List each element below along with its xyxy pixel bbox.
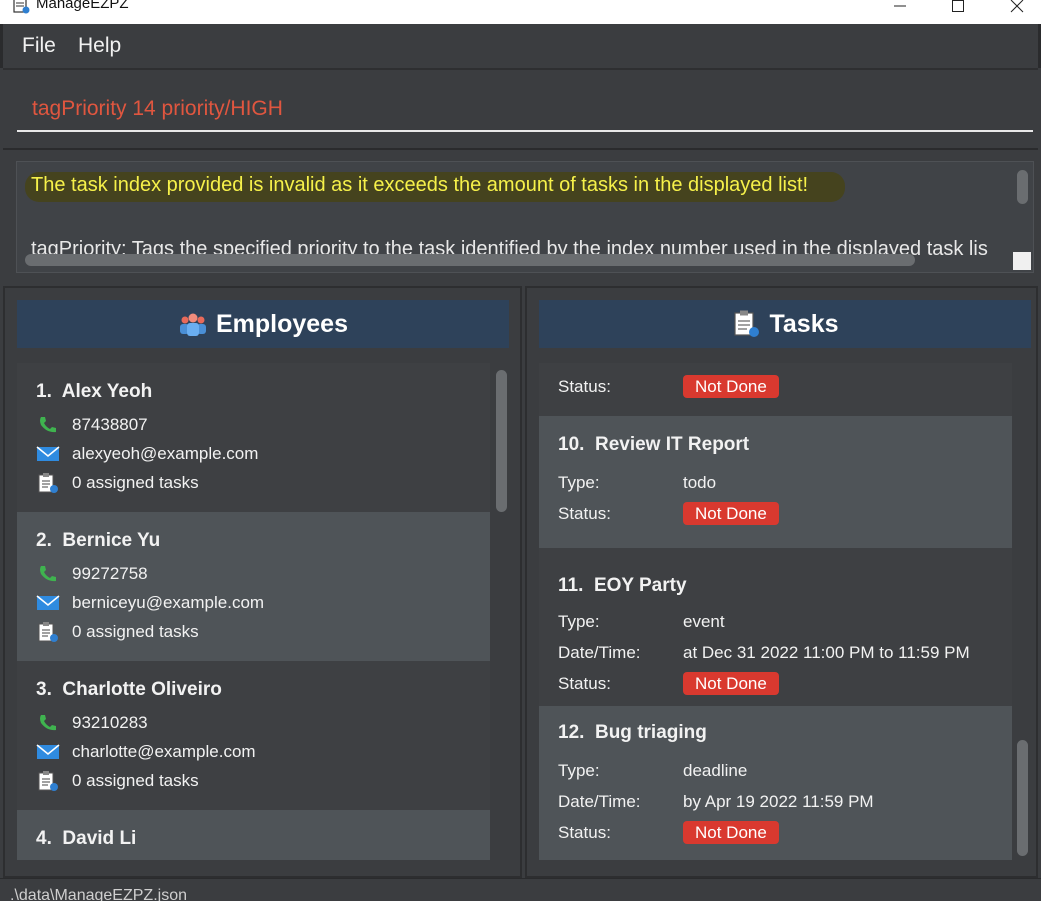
task-type-label: Type: — [558, 473, 600, 492]
task-type: todo — [683, 473, 717, 492]
employees-header: Employees — [17, 300, 509, 348]
task-datetime: by Apr 19 2022 11:59 PM — [683, 792, 874, 811]
email-icon — [36, 595, 60, 610]
employee-card[interactable]: 1. Alex Yeoh 87438807 alexyeoh@example.c… — [17, 363, 490, 512]
maximize-button[interactable] — [938, 0, 978, 18]
task-type-label: Type: — [558, 612, 600, 631]
task-list-icon — [734, 310, 760, 337]
employee-phone: 87438807 — [36, 415, 148, 435]
task-status-label: Status: — [558, 504, 611, 523]
task-list[interactable]: Status: Not Done 10. Review IT Report Ty… — [539, 363, 1012, 860]
task-list-icon — [38, 771, 58, 791]
menu-help[interactable]: Help — [78, 34, 121, 58]
email-icon — [36, 744, 60, 759]
task-list-icon — [38, 473, 58, 493]
employee-list-scrollbar[interactable] — [496, 370, 507, 512]
employee-list[interactable]: 1. Alex Yeoh 87438807 alexyeoh@example.c… — [17, 363, 490, 860]
employee-phone: 93210283 — [36, 713, 148, 733]
employee-email: berniceyu@example.com — [36, 593, 264, 613]
task-status-label: Status: — [558, 823, 611, 842]
close-icon — [1010, 0, 1024, 13]
status-badge: Not Done — [683, 502, 779, 525]
task-datetime-label: Date/Time: — [558, 792, 641, 811]
result-display: The task index provided is invalid as it… — [16, 161, 1034, 273]
title-bar: ManageEZPZ — [0, 0, 1041, 24]
command-box — [3, 68, 1038, 148]
vertical-scrollbar[interactable] — [1017, 170, 1028, 204]
task-type-label: Type: — [558, 761, 600, 780]
scroll-corner — [1013, 252, 1031, 270]
email-icon — [36, 446, 60, 461]
employee-card[interactable]: 2. Bernice Yu 99272758 berniceyu@example… — [17, 512, 490, 661]
tasks-panel: Tasks Status: Not Done 10. Review IT Rep… — [525, 286, 1038, 878]
phone-icon — [40, 715, 56, 731]
employee-tasks: 0 assigned tasks — [36, 771, 199, 791]
menu-file[interactable]: File — [22, 34, 56, 58]
task-datetime: at Dec 31 2022 11:00 PM to 11:59 PM — [683, 643, 970, 662]
task-list-icon — [38, 622, 58, 642]
app-icon — [13, 0, 30, 14]
task-card[interactable]: Status: Not Done — [539, 363, 1012, 416]
status-badge: Not Done — [683, 672, 779, 695]
horizontal-scrollbar[interactable] — [25, 254, 915, 266]
task-datetime-label: Date/Time: — [558, 643, 641, 662]
employees-title: Employees — [215, 309, 348, 338]
employee-name: 4. David Li — [36, 828, 137, 849]
task-card[interactable]: 12. Bug triaging Type: deadline Date/Tim… — [539, 706, 1012, 860]
minimize-button[interactable] — [880, 0, 920, 18]
command-input[interactable] — [17, 88, 1033, 132]
menu-bar: File Help — [0, 24, 1041, 68]
tasks-title: Tasks — [769, 309, 839, 338]
employee-tasks: 0 assigned tasks — [36, 622, 199, 642]
employees-panel: Employees 1. Alex Yeoh 87438807 alexyeoh… — [3, 286, 522, 878]
task-type: event — [683, 612, 725, 631]
task-name: 10. Review IT Report — [558, 434, 750, 455]
task-status-label: Status: — [558, 377, 611, 396]
phone-icon — [40, 417, 56, 433]
task-name: 11. EOY Party — [558, 575, 687, 596]
employee-name: 3. Charlotte Oliveiro — [36, 679, 222, 700]
task-card[interactable]: 11. EOY Party Type: event Date/Time: at … — [539, 548, 1012, 706]
employee-phone: 99272758 — [36, 564, 148, 584]
minimize-icon — [894, 5, 906, 7]
data-file-path: .\data\ManageEZPZ.json — [10, 887, 187, 901]
task-name: 12. Bug triaging — [558, 722, 707, 743]
task-card[interactable]: 10. Review IT Report Type: todo Status: … — [539, 416, 1012, 548]
employee-email: alexyeoh@example.com — [36, 444, 258, 464]
status-badge: Not Done — [683, 375, 779, 398]
employee-tasks: 0 assigned tasks — [36, 473, 199, 493]
employee-card[interactable]: 3. Charlotte Oliveiro 93210283 charlotte… — [17, 661, 490, 810]
maximize-icon — [952, 0, 964, 12]
people-icon — [179, 313, 206, 336]
result-message: The task index provided is invalid as it… — [31, 174, 809, 196]
close-button[interactable] — [997, 0, 1037, 18]
employee-name: 1. Alex Yeoh — [36, 381, 153, 402]
status-bar: .\data\ManageEZPZ.json — [0, 878, 1041, 901]
window-title: ManageEZPZ — [36, 0, 129, 12]
phone-icon — [40, 566, 56, 582]
employee-card[interactable]: 4. David Li — [17, 810, 490, 860]
app-window: ManageEZPZ File Help The task index prov… — [0, 0, 1041, 901]
task-status-label: Status: — [558, 674, 611, 693]
employee-name: 2. Bernice Yu — [36, 530, 161, 551]
tasks-header: Tasks — [539, 300, 1031, 348]
result-display-area: The task index provided is invalid as it… — [3, 148, 1038, 280]
task-type: deadline — [683, 761, 748, 780]
employee-email: charlotte@example.com — [36, 742, 256, 762]
status-badge: Not Done — [683, 821, 779, 844]
task-list-scrollbar[interactable] — [1017, 740, 1028, 856]
